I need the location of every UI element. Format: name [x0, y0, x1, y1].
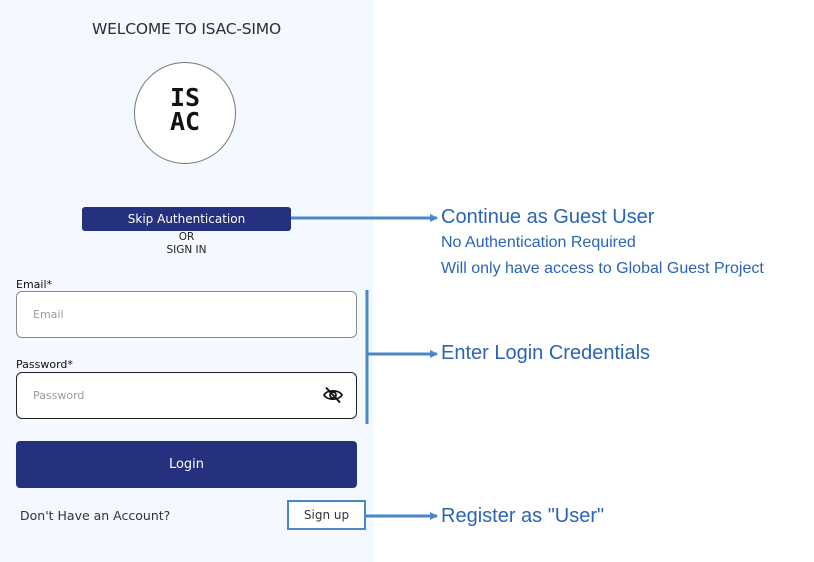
guest-annotation-line-2: Will only have access to Global Guest Pr… [441, 260, 764, 277]
guest-annotation-title: Continue as Guest User [441, 206, 655, 228]
register-annotation-title: Register as "User" [441, 505, 605, 527]
guest-annotation-line-1: No Authentication Required [441, 234, 636, 251]
annotation-arrows [291, 214, 438, 520]
credentials-annotation-title: Enter Login Credentials [441, 342, 651, 364]
